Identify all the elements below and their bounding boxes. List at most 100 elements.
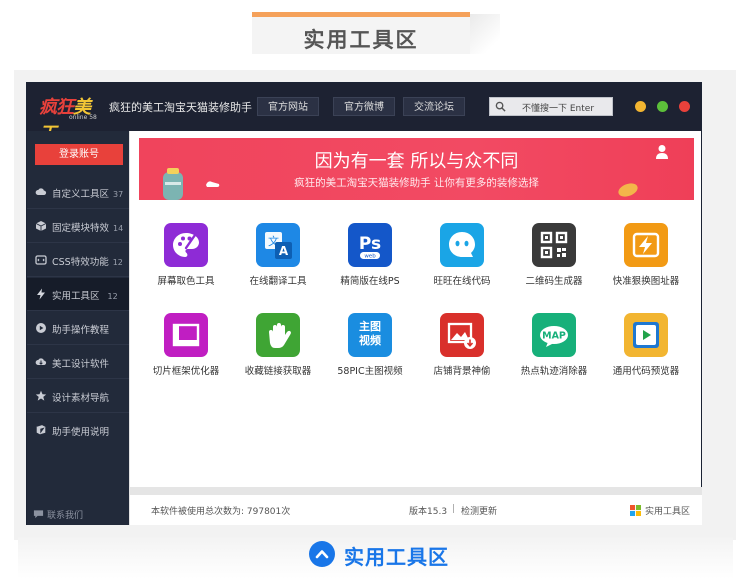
sidebar-item-label: CSS特效功能 — [52, 257, 109, 268]
tool-58pic-video[interactable]: 主图视频 58PIC主图视频 — [328, 313, 412, 385]
chevron-up-icon — [315, 550, 329, 559]
photoshop-icon: Ps web — [348, 223, 392, 267]
app-logo: 疯狂美工 online 58 — [39, 93, 103, 144]
tool-translator[interactable]: 文A 在线翻译工具 — [236, 223, 320, 295]
login-button[interactable]: 登录账号 — [35, 144, 123, 165]
close-button[interactable] — [679, 101, 690, 112]
book-icon — [36, 425, 46, 435]
sidebar-item-utility-tools[interactable]: 实用工具区 12 — [27, 278, 129, 311]
video-text-icon: 主图视频 — [348, 313, 392, 357]
tool-label: 屏幕取色工具 — [157, 276, 215, 287]
sidebar-item-label: 美工设计软件 — [52, 359, 110, 370]
star-icon — [35, 390, 47, 401]
banner-subtitle: 疯狂的美工淘宝天猫装修助手 让你有更多的装修选择 — [294, 177, 539, 189]
tool-label: 收藏链接获取器 — [244, 366, 312, 377]
nav-forum[interactable]: 交流论坛 — [403, 97, 465, 116]
minimize-button[interactable] — [635, 101, 646, 112]
sidebar-item-label: 固定模块特效 — [52, 223, 110, 234]
contact-us-link[interactable]: 联系我们 — [33, 508, 83, 521]
tool-color-picker[interactable]: 屏幕取色工具 — [144, 223, 228, 295]
svg-text:MAP: MAP — [542, 331, 566, 342]
windows-logo-icon — [630, 505, 641, 516]
tool-shop-background-grabber[interactable]: 店铺背景神偷 — [420, 313, 504, 385]
qrcode-icon — [532, 223, 576, 267]
chat-icon — [33, 510, 44, 519]
tool-label: 通用代码预览器 — [612, 366, 680, 377]
tool-favorite-link-getter[interactable]: 收藏链接获取器 — [236, 313, 320, 385]
chevron-up-button[interactable] — [309, 541, 335, 567]
search-box[interactable]: 不懂搜一下 Enter — [489, 97, 613, 116]
map-icon: MAP — [532, 313, 576, 357]
sidebar-item-tutorials[interactable]: 助手操作教程 — [27, 312, 129, 345]
usage-count: 本软件被使用总次数为: 797801次 — [151, 507, 291, 517]
tool-qrcode-generator[interactable]: 二维码生成器 — [512, 223, 596, 295]
section-title: 实用工具区 — [303, 28, 419, 52]
tool-hotspot-trail-remover[interactable]: MAP 热点轨迹消除器 — [512, 313, 596, 385]
tool-label: 店铺背景神偷 — [433, 366, 491, 377]
current-section-label: 实用工具区 — [645, 507, 691, 517]
sidebar-item-count: 14 — [113, 224, 124, 233]
sidebar-item-count: 12 — [107, 292, 118, 301]
sidebar-item-fixed-modules[interactable]: 固定模块特效 14 — [27, 210, 129, 243]
play-icon — [36, 323, 46, 333]
app-window: 疯狂美工 online 58 疯狂的美工淘宝天猫装修助手 官方网站 官方微博 交… — [26, 82, 702, 525]
cloud-download-icon — [35, 358, 47, 365]
translate-icon: 文A — [256, 223, 300, 267]
version-label: 版本15.3 — [409, 507, 448, 517]
status-bar: 本软件被使用总次数为: 797801次 版本15.3 | 检测更新 实用工具区 — [130, 495, 702, 525]
cube-icon — [35, 221, 47, 231]
tool-slice-frame-optimizer[interactable]: 切片框架优化器 — [144, 313, 228, 385]
tab-shadow — [466, 14, 500, 54]
logo-subtext: online 58 — [69, 114, 97, 121]
sidebar-item-label: 实用工具区 — [52, 291, 100, 302]
sidebar-item-label: 设计素材导航 — [52, 393, 110, 404]
hand-icon — [256, 313, 300, 357]
css-icon — [35, 255, 47, 265]
tool-code-previewer[interactable]: 通用代码预览器 — [604, 313, 688, 385]
sidebar-item-material-nav[interactable]: 设计素材导航 — [27, 380, 129, 413]
tool-image-url-replacer[interactable]: 快准狠换图址器 — [604, 223, 688, 295]
status-divider: | — [452, 504, 456, 514]
sidebar-item-count: 37 — [113, 190, 124, 199]
nav-official-weibo[interactable]: 官方微博 — [333, 97, 395, 116]
sidebar-item-label: 助手操作教程 — [52, 325, 110, 336]
svg-text:A: A — [279, 244, 289, 258]
promo-banner[interactable]: 因为有一套 所以与众不同 疯狂的美工淘宝天猫装修助手 让你有更多的装修选择 — [139, 138, 694, 200]
banner-title: 因为有一套 所以与众不同 — [314, 151, 519, 172]
maximize-button[interactable] — [657, 101, 668, 112]
tool-label: 二维码生成器 — [525, 276, 583, 287]
sidebar-item-count: 12 — [112, 258, 123, 267]
tool-online-ps[interactable]: Ps web 精简版在线PS — [328, 223, 412, 295]
app-title: 疯狂的美工淘宝天猫装修助手 — [109, 101, 252, 114]
sidebar-item-label: 自定义工具区 — [52, 189, 110, 200]
svg-text:Ps: Ps — [359, 234, 381, 254]
section-tab: 实用工具区 — [252, 12, 470, 54]
title-bar: 疯狂美工 online 58 疯狂的美工淘宝天猫装修助手 官方网站 官方微博 交… — [27, 83, 701, 144]
search-input[interactable]: 不懂搜一下 Enter — [522, 101, 594, 114]
wangwang-icon — [440, 223, 484, 267]
caption-title: 实用工具区 — [344, 545, 449, 569]
nav-official-site[interactable]: 官方网站 — [257, 97, 319, 116]
sidebar-item-design-software[interactable]: 美工设计软件 — [27, 346, 129, 379]
palette-icon — [164, 223, 208, 267]
cloud-icon — [35, 188, 47, 195]
lightning-image-icon — [624, 223, 668, 267]
frame-icon — [164, 313, 208, 357]
svg-text:web: web — [364, 254, 376, 260]
banner-pagination — [403, 194, 419, 200]
tool-label: 旺旺在线代码 — [433, 276, 491, 287]
preview-icon — [624, 313, 668, 357]
sidebar-item-css-effects[interactable]: CSS特效功能 12 — [27, 244, 129, 277]
page: 实用工具区 疯狂美工 online 58 疯狂的美工淘宝天猫装修助手 官方网站 … — [0, 0, 750, 581]
tool-label: 切片框架优化器 — [152, 366, 220, 377]
tool-wangwang-code[interactable]: 旺旺在线代码 — [420, 223, 504, 295]
content-divider — [130, 487, 702, 495]
check-update-link[interactable]: 检测更新 — [461, 504, 497, 517]
sidebar-item-label: 助手使用说明 — [52, 427, 110, 438]
main-content: 因为有一套 所以与众不同 疯狂的美工淘宝天猫装修助手 让你有更多的装修选择 屏幕… — [129, 131, 702, 525]
tool-label: 58PIC主图视频 — [337, 366, 403, 377]
tool-label: 精简版在线PS — [340, 276, 400, 287]
sidebar: 登录账号 自定义工具区 37 固定模块特效 14 CSS特效功能 12 实用工具区 12… — [27, 131, 129, 525]
sidebar-item-custom-tools[interactable]: 自定义工具区 37 — [27, 176, 129, 209]
sidebar-item-instructions[interactable]: 助手使用说明 — [27, 414, 129, 447]
